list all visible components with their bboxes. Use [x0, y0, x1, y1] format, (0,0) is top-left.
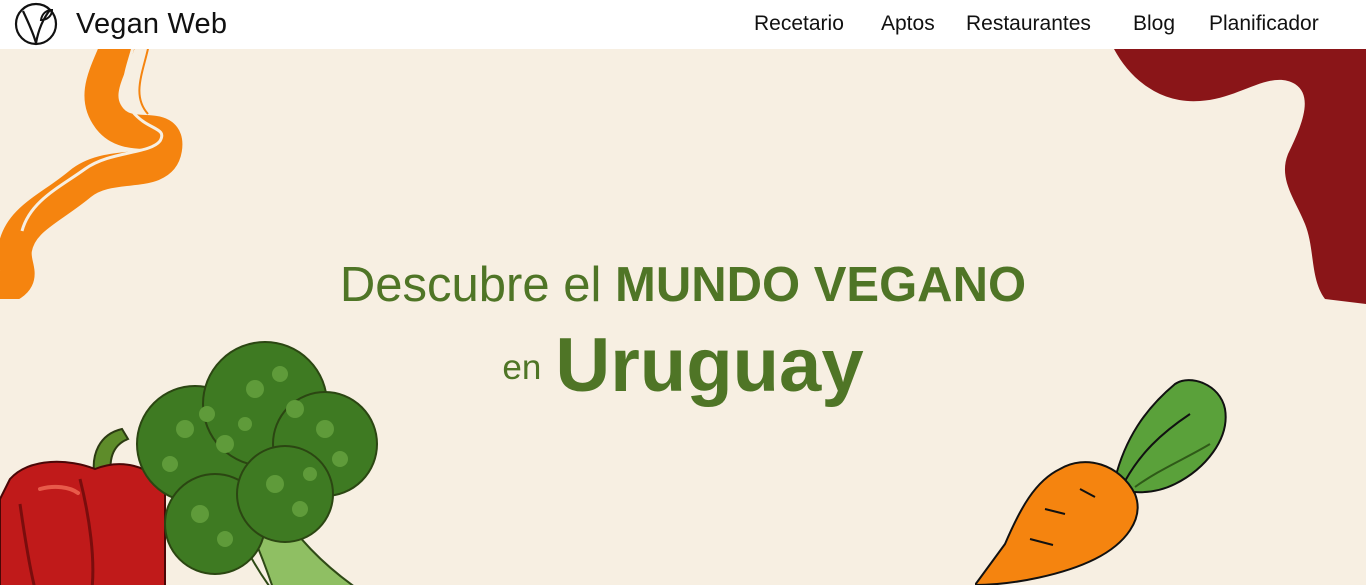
- hero-headline: Descubre el MUNDO VEGANO en Uruguay: [0, 254, 1366, 425]
- nav-planificador[interactable]: Planificador: [1209, 10, 1319, 38]
- headline-descubre: Descubre el: [339, 258, 602, 312]
- nav-blog[interactable]: Blog: [1133, 10, 1175, 38]
- brand-name: Vegan Web: [76, 7, 228, 40]
- nav-aptos[interactable]: Aptos: [881, 10, 935, 38]
- headline-line-1: Descubre el MUNDO VEGANO: [0, 254, 1366, 316]
- hero-section: Descubre el MUNDO VEGANO en Uruguay: [0, 49, 1366, 585]
- leaf-v-logo-icon: [14, 2, 58, 46]
- headline-en: en: [502, 348, 542, 387]
- headline-line-2: en Uruguay: [0, 328, 1366, 425]
- navbar: Vegan Web Recetario Aptos Restaurantes B…: [0, 0, 1366, 49]
- headline-uruguay: Uruguay: [555, 323, 864, 408]
- nav-recetario[interactable]: Recetario: [754, 10, 844, 38]
- brand-home-link[interactable]: Vegan Web: [14, 2, 227, 46]
- headline-mundo-vegano: MUNDO VEGANO: [615, 258, 1027, 312]
- nav-restaurantes[interactable]: Restaurantes: [966, 10, 1091, 38]
